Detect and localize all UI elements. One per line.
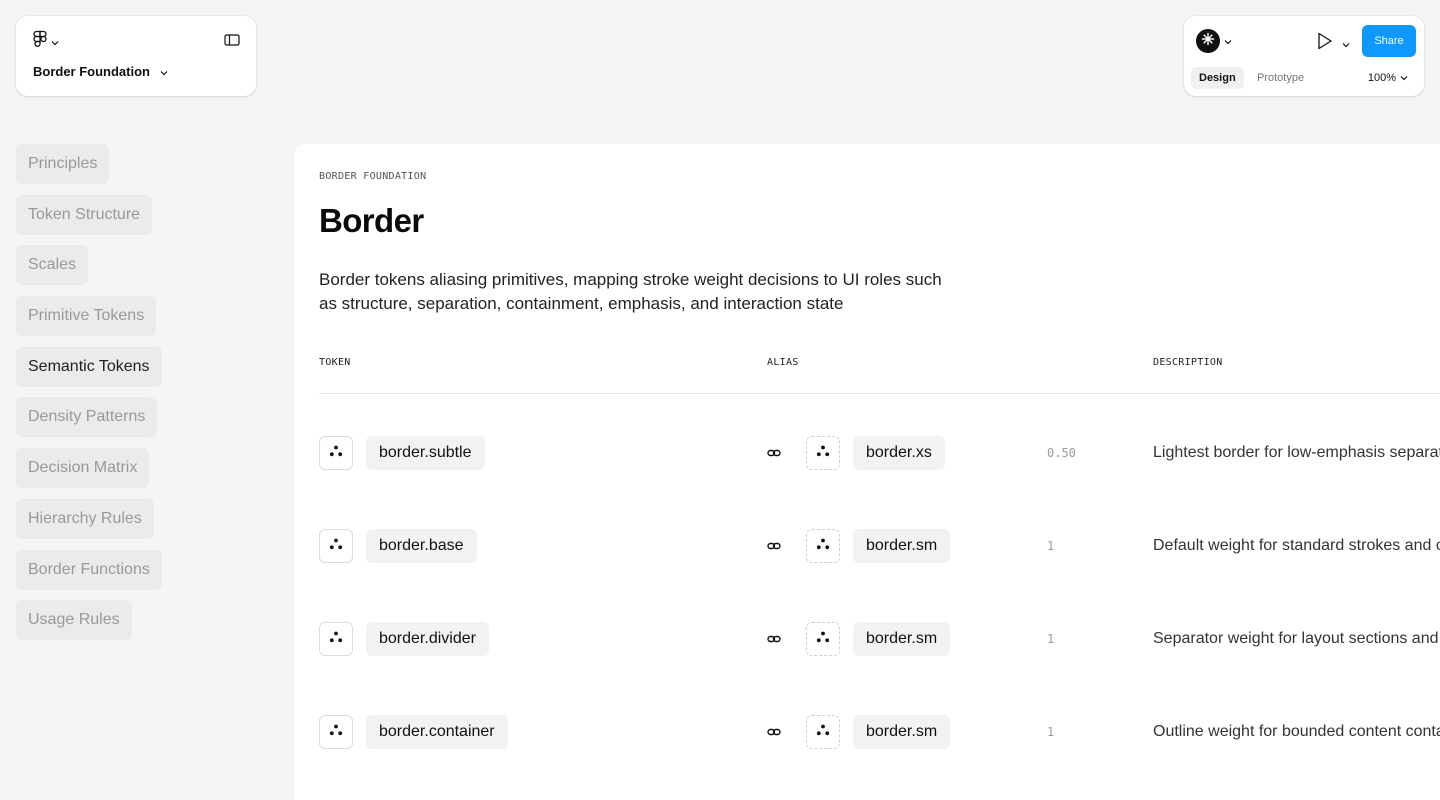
nav-item-principles[interactable]: Principles: [16, 144, 110, 184]
user-menu-button[interactable]: [1196, 29, 1232, 53]
link-icon[interactable]: [767, 446, 781, 465]
nav-item-semantic-tokens[interactable]: Semantic Tokens: [16, 346, 162, 387]
table-row: border.base border.sm 1 Default weight f…: [294, 529, 1440, 563]
page-description: Border tokens aliasing primitives, mappi…: [319, 270, 942, 313]
page-title: Border: [319, 202, 424, 239]
chevron-down-icon: [51, 33, 59, 51]
three-dots-icon: [816, 723, 830, 741]
token-name-chip[interactable]: border.subtle: [366, 436, 485, 470]
nav-item-hierarchy-rules[interactable]: Hierarchy Rules: [16, 498, 154, 539]
column-header-alias: ALIAS: [767, 357, 799, 368]
token-icon-box: [319, 622, 353, 656]
section-eyebrow: BORDER FOUNDATION: [319, 171, 427, 182]
alias-icon-box: [806, 529, 840, 563]
token-description: Outline weight for bounded content conta: [1153, 723, 1440, 740]
alias-icon-box: [806, 622, 840, 656]
link-icon[interactable]: [767, 725, 781, 744]
token-value: 1: [1047, 539, 1055, 553]
chevron-down-icon: [160, 64, 168, 79]
tab-prototype[interactable]: Prototype: [1249, 67, 1312, 89]
alias-name-chip[interactable]: border.xs: [853, 436, 945, 470]
three-dots-icon: [816, 630, 830, 648]
section-nav: Principles Token Structure Scales Primit…: [16, 144, 162, 641]
alias-name-chip[interactable]: border.sm: [853, 529, 951, 563]
token-icon-box: [319, 436, 353, 470]
chevron-down-icon: [1342, 35, 1350, 53]
token-description: Separator weight for layout sections and: [1153, 630, 1439, 647]
sidebar-toggle-icon: [224, 34, 240, 51]
three-dots-icon: [329, 444, 343, 462]
panel-toggle-button[interactable]: [224, 33, 240, 52]
file-panel: Border Foundation: [16, 16, 256, 96]
present-button[interactable]: [1316, 31, 1350, 56]
nav-item-token-structure[interactable]: Token Structure: [16, 194, 153, 235]
alias-name-chip[interactable]: border.sm: [853, 622, 951, 656]
nav-item-density-patterns[interactable]: Density Patterns: [16, 397, 158, 438]
nav-item-scales[interactable]: Scales: [16, 245, 89, 286]
token-description: Lightest border for low-emphasis separat…: [1153, 444, 1440, 461]
nav-item-decision-matrix[interactable]: Decision Matrix: [16, 448, 150, 489]
avatar: [1196, 29, 1220, 53]
token-value: 0.50: [1047, 446, 1076, 460]
main-menu-button[interactable]: [33, 30, 59, 53]
token-description: Default weight for standard strokes and …: [1153, 537, 1440, 554]
chevron-down-icon: [1400, 67, 1408, 89]
toolbar: Share Design Prototype 100%: [1184, 16, 1424, 96]
table-divider: [319, 393, 1440, 394]
column-header-description: DESCRIPTION: [1153, 357, 1223, 368]
link-icon[interactable]: [767, 539, 781, 558]
figma-logo-icon: [33, 30, 47, 53]
token-icon-box: [319, 529, 353, 563]
three-dots-icon: [329, 723, 343, 741]
alias-name-chip[interactable]: border.sm: [853, 715, 951, 749]
nav-item-border-functions[interactable]: Border Functions: [16, 549, 162, 590]
three-dots-icon: [329, 630, 343, 648]
token-name-chip[interactable]: border.divider: [366, 622, 489, 656]
tab-design[interactable]: Design: [1191, 67, 1244, 89]
file-name: Border Foundation: [33, 64, 150, 79]
token-value: 1: [1047, 725, 1055, 739]
token-name-chip[interactable]: border.base: [366, 529, 477, 563]
table-row: border.subtle border.xs 0.50 Lightest bo…: [294, 436, 1440, 470]
alias-icon-box: [806, 436, 840, 470]
alias-icon-box: [806, 715, 840, 749]
nav-item-primitive-tokens[interactable]: Primitive Tokens: [16, 296, 157, 337]
table-row: border.container border.sm 1 Outline wei…: [294, 715, 1440, 749]
zoom-dropdown[interactable]: 100%: [1368, 67, 1408, 89]
three-dots-icon: [329, 537, 343, 555]
file-name-dropdown[interactable]: Border Foundation: [33, 64, 168, 79]
table-row: border.divider border.sm 1 Separator wei…: [294, 622, 1440, 656]
content-panel: BORDER FOUNDATION Border Border tokens a…: [294, 144, 1440, 800]
play-icon: [1316, 31, 1334, 56]
token-icon-box: [319, 715, 353, 749]
zoom-level: 100%: [1367, 72, 1396, 84]
three-dots-icon: [816, 537, 830, 555]
column-header-token: TOKEN: [319, 357, 351, 368]
link-icon[interactable]: [767, 632, 781, 651]
token-name-chip[interactable]: border.container: [366, 715, 508, 749]
nav-item-usage-rules[interactable]: Usage Rules: [16, 600, 132, 641]
three-dots-icon: [816, 444, 830, 462]
share-button[interactable]: Share: [1362, 25, 1416, 57]
chevron-down-icon: [1224, 32, 1232, 50]
asterisk-avatar-icon: [1201, 32, 1215, 51]
token-value: 1: [1047, 632, 1055, 646]
